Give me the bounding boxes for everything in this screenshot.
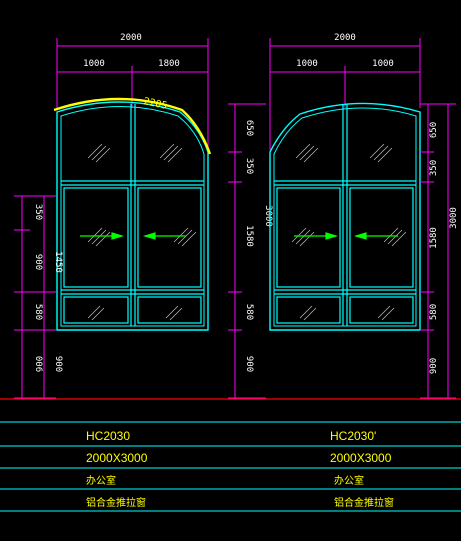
- left-dim-3: 1450: [53, 251, 63, 273]
- left-rdim-1: 650: [244, 120, 254, 136]
- right-sub-width-a: 1000: [296, 59, 318, 69]
- right-type: 铝合金推拉窗: [334, 496, 394, 509]
- right-inner-frame: [273, 107, 417, 327]
- left-overall-width: 2000: [120, 33, 142, 43]
- window-schedule-table: HC2030 HC2030' 2000X3000 2000X3000 办公室 办…: [0, 421, 461, 512]
- left-code: HC2030: [86, 429, 130, 443]
- right-window: 2000 1000 1000 650 350 1580 580 900 3000: [269, 33, 459, 399]
- right-top-dimensions: 2000 1000 1000: [269, 33, 421, 150]
- left-arc-length: 2205: [142, 96, 168, 112]
- left-top-dimensions: 2000 1000 1800: [56, 33, 209, 150]
- right-slide-arrows: [294, 232, 398, 240]
- left-size: 2000X3000: [86, 451, 148, 465]
- left-window: 2000 1000 1800 2205 350 900 1450 580 006…: [14, 33, 273, 399]
- right-sub-width-b: 1000: [372, 59, 394, 69]
- right-rdim-2: 350: [429, 160, 439, 176]
- right-room: 办公室: [334, 474, 364, 487]
- left-dim-5: 006: [33, 356, 43, 372]
- right-rdim-5: 900: [429, 358, 439, 374]
- left-room: 办公室: [86, 474, 116, 487]
- cad-drawing: 2000 1000 1800 2205 350 900 1450 580 006…: [0, 33, 461, 512]
- left-sub-width-b: 1800: [158, 59, 180, 69]
- left-type: 铝合金推拉窗: [86, 496, 146, 509]
- left-dim-4: 580: [33, 304, 43, 320]
- left-mullions: [61, 104, 204, 326]
- left-rdim-4: 580: [244, 304, 254, 320]
- left-total-height: 3000: [263, 205, 273, 227]
- left-dim-6: 900: [53, 356, 63, 372]
- right-rdim-4: 580: [429, 304, 439, 320]
- right-window-right-dimensions: 650 350 1580 580 900 3000: [420, 103, 459, 399]
- right-rdim-1: 650: [429, 122, 439, 138]
- right-outer-frame: [269, 102, 421, 331]
- left-rdim-5: 900: [244, 356, 254, 372]
- left-rdim-3: 1580: [244, 225, 254, 247]
- left-dim-1: 350: [33, 204, 43, 220]
- left-rdim-2: 350: [244, 158, 254, 174]
- left-outer-frame: [56, 101, 209, 331]
- left-window-right-dimensions: 650 350 1580 580 900 3000: [228, 103, 273, 399]
- left-side-dimensions: 350 900 1450 580 006 900: [14, 195, 63, 399]
- left-sub-width-a: 1000: [83, 59, 105, 69]
- right-mullions: [274, 104, 416, 326]
- right-total-height: 3000: [449, 207, 459, 229]
- right-code: HC2030': [330, 429, 376, 443]
- left-dim-2: 900: [33, 254, 43, 270]
- right-size: 2000X3000: [330, 451, 392, 465]
- left-inner-frame: [60, 106, 205, 327]
- right-rdim-3: 1580: [429, 227, 439, 249]
- right-overall-width: 2000: [334, 33, 356, 43]
